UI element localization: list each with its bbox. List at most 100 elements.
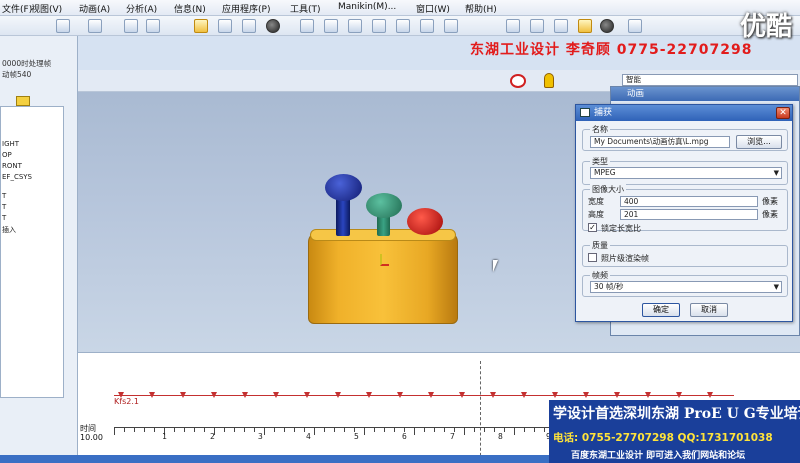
connect-icon[interactable] — [242, 19, 256, 33]
shading-icon[interactable] — [578, 19, 592, 33]
ruler-tick — [414, 428, 415, 435]
ruler-tick — [184, 428, 185, 432]
menu-file[interactable]: 文件(F) — [2, 2, 32, 15]
appearance-icon[interactable] — [600, 19, 614, 33]
zoom-out-icon[interactable] — [348, 19, 362, 33]
menu-help[interactable]: 帮助(H) — [465, 2, 497, 15]
ruler-tick — [464, 428, 465, 435]
tree-item[interactable]: OP — [2, 151, 12, 159]
ruler-tick-label: 3 — [258, 432, 263, 441]
keyframe-marker[interactable] — [583, 392, 589, 398]
menu-tools[interactable]: 工具(T) — [290, 2, 321, 15]
tree-item[interactable]: 插入 — [2, 225, 16, 235]
tree-item[interactable]: T — [2, 192, 6, 200]
folder-tab-icon[interactable] — [16, 96, 30, 106]
status-line: 动帧540 — [2, 70, 32, 79]
youku-watermark-logo: 优酷 — [739, 12, 792, 42]
ruler-tick — [334, 428, 335, 432]
ruler-tick — [204, 428, 205, 432]
keyframe-marker[interactable] — [614, 392, 620, 398]
cancel-button[interactable]: 取消 — [690, 303, 728, 317]
menu-animation[interactable]: 动画(A) — [79, 2, 110, 15]
banner-website: 百度东湖工业设计 即可进入我们网站和论坛 — [571, 451, 746, 461]
lock-ratio-label: 锁定长宽比 — [601, 224, 641, 233]
menu-bar: 文件(F) 视图(V) 动画(A) 分析(A) 信息(N) 应用程序(P) 工具… — [0, 0, 800, 16]
zoom-in-icon[interactable] — [324, 19, 338, 33]
no-hidden-icon[interactable] — [554, 19, 568, 33]
browse-button[interactable]: 浏览... — [736, 135, 782, 149]
ruler-tick — [434, 428, 435, 432]
keyframe-marker[interactable] — [180, 392, 186, 398]
keyframe-marker[interactable] — [273, 392, 279, 398]
studio-watermark: 东湖工业设计 李奇顾 0775-22707298 — [470, 42, 753, 58]
menu-manikin[interactable]: Manikin(M)... — [338, 2, 396, 12]
blue-knob — [325, 174, 362, 201]
keyframe-marker[interactable] — [552, 392, 558, 398]
wireframe-icon[interactable] — [506, 19, 520, 33]
keyframe-marker[interactable] — [335, 392, 341, 398]
keyframe-marker[interactable] — [118, 392, 124, 398]
layers-icon[interactable] — [444, 19, 458, 33]
keyframe-marker[interactable] — [149, 392, 155, 398]
datum-icon[interactable] — [218, 19, 232, 33]
ruler-tick — [234, 428, 235, 432]
stop-icon[interactable] — [510, 74, 526, 88]
tree-item[interactable]: T — [2, 203, 6, 211]
ok-button[interactable]: 确定 — [642, 303, 680, 317]
filter-dropdown[interactable]: 智能 — [622, 74, 798, 86]
render-frames-checkbox[interactable] — [588, 253, 597, 262]
keyframe-marker[interactable] — [428, 392, 434, 398]
tree-item[interactable]: IGHT — [2, 140, 19, 148]
keyframe-marker[interactable] — [304, 392, 310, 398]
main-toolbar — [0, 16, 800, 36]
keyframe-marker[interactable] — [366, 392, 372, 398]
menu-view[interactable]: 视图(V) — [31, 2, 62, 15]
keyframe-marker[interactable] — [242, 392, 248, 398]
ruler-tick — [134, 428, 135, 432]
animation-panel-title: 动画 — [611, 87, 799, 101]
file-path-field[interactable]: My Documents\动画仿真\L.mpg — [590, 136, 730, 148]
keyframe-marker[interactable] — [397, 392, 403, 398]
type-value: MPEG — [594, 168, 616, 177]
keyframe-marker[interactable] — [211, 392, 217, 398]
keyframe-marker[interactable] — [645, 392, 651, 398]
saved-views-icon[interactable] — [420, 19, 434, 33]
tree-item[interactable]: RONT — [2, 162, 22, 170]
spin-center-icon[interactable] — [628, 19, 642, 33]
keyframe-marker[interactable] — [676, 392, 682, 398]
keyframe-marker[interactable] — [521, 392, 527, 398]
ruler-tick — [224, 428, 225, 432]
menu-window[interactable]: 窗口(W) — [416, 2, 450, 15]
time-cursor[interactable] — [480, 361, 481, 461]
menu-info[interactable]: 信息(N) — [174, 2, 206, 15]
pan-hand-icon[interactable] — [300, 19, 314, 33]
promo-banner: 学设计首选深圳东湖 ProE U G专业培训 电话: 0755-27707298… — [549, 400, 800, 463]
status-line: 0000时处理帧 — [2, 59, 52, 68]
fps-dropdown[interactable]: 30 帧/秒 ▼ — [590, 281, 782, 293]
select-box-icon[interactable] — [146, 19, 160, 33]
type-dropdown[interactable]: MPEG ▼ — [590, 167, 782, 179]
width-field[interactable]: 400 — [620, 196, 758, 207]
close-icon[interactable]: ✕ — [776, 107, 790, 119]
lock-ratio-checkbox[interactable]: ✓ — [588, 223, 597, 232]
refit-icon[interactable] — [372, 19, 386, 33]
graph-icon[interactable] — [194, 19, 208, 33]
menu-analysis[interactable]: 分析(A) — [126, 2, 157, 15]
lamp-icon[interactable] — [544, 73, 554, 88]
hidden-line-icon[interactable] — [530, 19, 544, 33]
keyframe-marker[interactable] — [707, 392, 713, 398]
shade-sphere-icon[interactable] — [266, 19, 280, 33]
keyframe-marker[interactable] — [459, 392, 465, 398]
binoculars-icon[interactable] — [124, 19, 138, 33]
red-knob — [407, 208, 443, 235]
orient-icon[interactable] — [396, 19, 410, 33]
fps-group-label: 帧频 — [590, 270, 610, 281]
menu-applications[interactable]: 应用程序(P) — [222, 2, 270, 15]
tree-item[interactable]: T — [2, 214, 6, 222]
undo-icon[interactable] — [56, 19, 70, 33]
tree-item[interactable]: EF_CSYS — [2, 173, 32, 181]
keyframe-marker[interactable] — [490, 392, 496, 398]
redo-icon[interactable] — [88, 19, 102, 33]
height-field[interactable]: 201 — [620, 209, 758, 220]
taskbar — [0, 455, 549, 463]
